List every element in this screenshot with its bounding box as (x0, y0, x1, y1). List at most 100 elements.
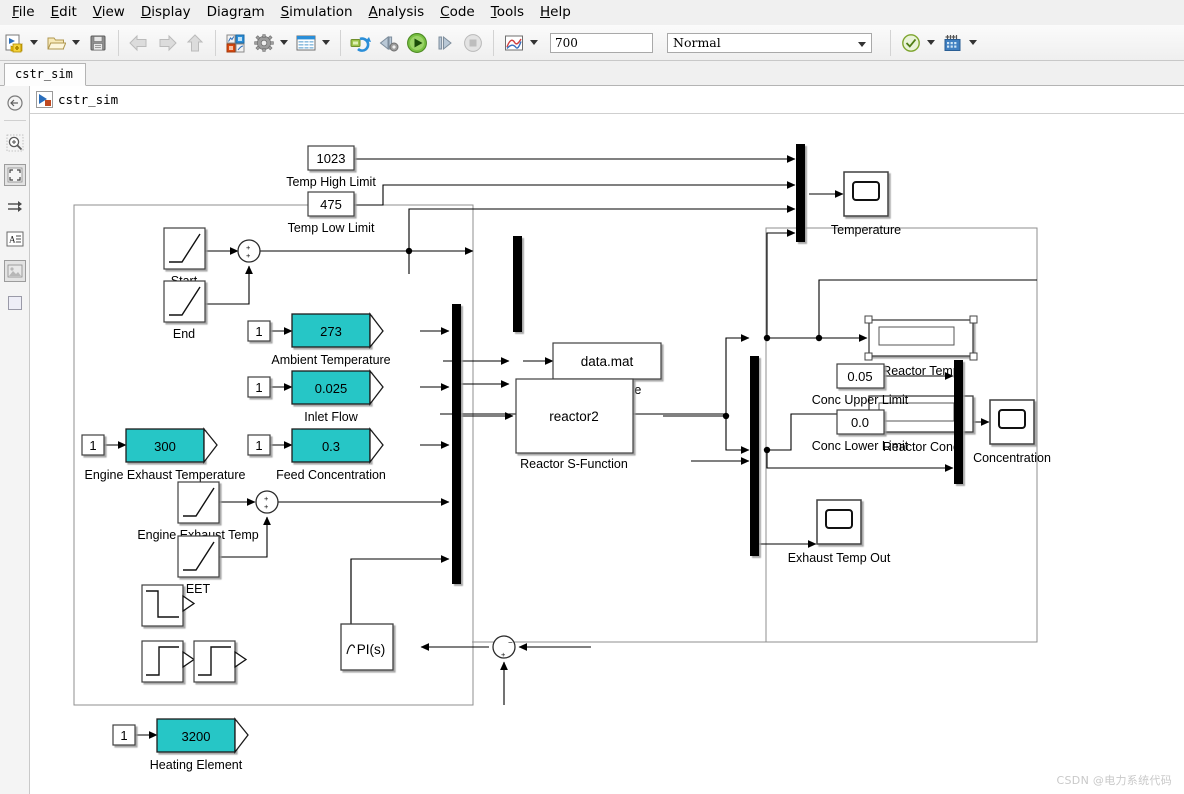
gain-heating-element[interactable]: 3200 Heating Element (150, 717, 249, 772)
model-configuration-parameters-button[interactable] (251, 30, 277, 56)
scope-concentration-block[interactable]: Concentration (973, 399, 1051, 465)
run-simulation-button[interactable] (404, 30, 430, 56)
build-model-dropdown[interactable] (967, 30, 979, 56)
scope-exhaust-temp-out-block[interactable]: Exhaust Temp Out (788, 499, 891, 565)
sum-error-block[interactable]: − + (492, 635, 516, 659)
constant-value: 475 (320, 197, 342, 212)
model-explorer-dropdown[interactable] (320, 30, 332, 56)
signal-routing-icon[interactable] (4, 196, 26, 218)
menu-view[interactable]: View (85, 2, 133, 22)
menu-diagram[interactable]: Diagram (199, 2, 273, 22)
mux-temperature-block[interactable] (796, 144, 805, 242)
inport-value: 1 (255, 438, 262, 453)
ramp-engine-exhaust-temp-block[interactable]: Engine Exhaust Temp (137, 481, 259, 542)
scope-temperature-block[interactable]: Temperature (831, 171, 901, 237)
model-advisor-button[interactable] (898, 30, 924, 56)
mux-center-block[interactable] (513, 236, 522, 332)
menu-help[interactable]: Help (532, 2, 579, 22)
zoom-icon[interactable] (4, 132, 26, 154)
simulation-data-inspector-button[interactable] (501, 30, 527, 56)
inport-engine-exhaust[interactable]: 1 (81, 434, 105, 456)
inport-value: 1 (120, 728, 127, 743)
model-advisor-dropdown[interactable] (925, 30, 937, 56)
menu-tools[interactable]: Tools (483, 2, 532, 22)
menu-simulation[interactable]: Simulation (273, 2, 361, 22)
mux-concentration-block[interactable] (954, 360, 963, 484)
ramp-label: EET (186, 582, 211, 596)
update-diagram-button[interactable] (348, 30, 374, 56)
svg-text:+: + (501, 650, 506, 659)
ramp-eet-block[interactable]: EET (177, 535, 220, 596)
navigate-forward-button[interactable] (154, 30, 180, 56)
simulation-data-inspector-dropdown[interactable] (528, 30, 540, 56)
inport-inlet-flow[interactable]: 1 (247, 376, 271, 398)
toolbar-navigation-group (125, 25, 209, 60)
svg-text:+: + (264, 502, 269, 511)
navigate-back-button[interactable] (126, 30, 152, 56)
breadcrumb-label[interactable]: cstr_sim (58, 92, 118, 107)
menu-file[interactable]: FFileile (4, 2, 43, 22)
gain-value: 3200 (182, 729, 211, 744)
gain-inlet-flow[interactable]: 0.025 Inlet Flow (291, 369, 384, 424)
sum-exhaust-block[interactable]: + + (255, 490, 279, 514)
mux-left-block[interactable] (452, 304, 461, 584)
stop-time-input[interactable] (550, 32, 653, 53)
constant-temp-high-limit[interactable]: 1023 Temp High Limit (286, 145, 376, 189)
step-block-unlabeled-b[interactable] (193, 640, 248, 683)
menu-code[interactable]: Code (432, 2, 483, 22)
ramp-start-block[interactable]: Start (163, 227, 206, 288)
navigate-up-button[interactable] (182, 30, 208, 56)
model-canvas[interactable]: 1023 Temp High Limit 475 Temp Low Limit … (31, 114, 1184, 794)
gain-label: Engine Exhaust Temperature (85, 468, 246, 482)
constant-value: 1023 (317, 151, 346, 166)
reactor-s-function-block[interactable]: reactor2 Reactor S-Function (515, 378, 634, 471)
inport-feed-concentration[interactable]: 1 (247, 434, 271, 456)
toolbar-separator-2 (215, 29, 216, 56)
annotation-icon[interactable]: A (4, 228, 26, 250)
toolbar-separator-5 (890, 29, 891, 56)
step-back-button[interactable] (376, 30, 402, 56)
constant-temp-low-limit[interactable]: 475 Temp Low Limit (288, 191, 375, 235)
step-block-unlabeled-a[interactable] (141, 640, 196, 683)
area-icon[interactable] (4, 292, 26, 314)
open-model-dropdown[interactable] (70, 30, 82, 56)
gain-feed-concentration[interactable]: 0.3 Feed Concentration (276, 427, 386, 482)
stop-simulation-button[interactable] (460, 30, 486, 56)
gain-engine-exhaust-temperature[interactable]: 300 Engine Exhaust Temperature (85, 427, 246, 482)
menu-edit[interactable]: Edit (43, 2, 85, 22)
inport-ambient[interactable]: 1 (247, 320, 271, 342)
navigate-up-icon[interactable] (4, 92, 26, 114)
model-tab-cstr-sim[interactable]: cstr_sim (4, 63, 86, 86)
pi-controller-block[interactable]: PI(s) (340, 623, 394, 671)
mux-exhaust-block[interactable] (750, 356, 759, 556)
ramp-end-block[interactable]: End (163, 280, 206, 341)
step-forward-button[interactable] (432, 30, 458, 56)
reactor-s-function-value: reactor2 (549, 409, 599, 424)
display-label: Reactor Temp (882, 364, 960, 378)
save-model-button[interactable] (85, 30, 111, 56)
toolbar-file-group (0, 25, 112, 60)
svg-text:−: − (508, 638, 513, 647)
menu-analysis[interactable]: Analysis (361, 2, 433, 22)
sum-start-end-block[interactable]: + + (237, 239, 261, 263)
model-configuration-dropdown[interactable] (278, 30, 290, 56)
gain-ambient-temperature[interactable]: 273 Ambient Temperature (271, 312, 391, 367)
model-explorer-button[interactable] (293, 30, 319, 56)
image-icon[interactable] (4, 260, 26, 282)
toolbar-inspector-group: Normal (500, 25, 872, 60)
constant-label: Temp High Limit (286, 175, 376, 189)
open-model-button[interactable] (43, 30, 69, 56)
scope-label: Temperature (831, 223, 901, 237)
fit-to-view-icon[interactable] (4, 164, 26, 186)
build-model-button[interactable] (940, 30, 966, 56)
simulation-mode-value: Normal (673, 34, 721, 50)
menu-display[interactable]: Display (133, 2, 199, 22)
simulation-mode-select[interactable]: Normal (667, 32, 872, 53)
inport-heating-element[interactable]: 1 (112, 724, 136, 746)
menu-bar: FFileile Edit View Display Diagram Simul… (0, 0, 1184, 25)
toolbar-separator-4 (493, 29, 494, 56)
diagram-svg: 1023 Temp High Limit 475 Temp Low Limit … (73, 144, 1051, 772)
new-model-dropdown[interactable] (28, 30, 40, 56)
library-browser-button[interactable] (223, 30, 249, 56)
new-model-button[interactable] (1, 30, 27, 56)
